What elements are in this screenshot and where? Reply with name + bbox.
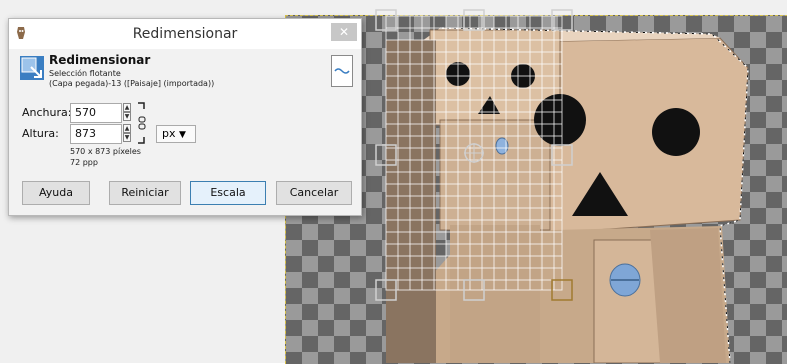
header-subtitle: Selección flotante (49, 69, 121, 78)
spin-down-icon[interactable]: ▼ (123, 133, 131, 142)
scale-tool-icon (20, 56, 44, 80)
header-name: Redimensionar (49, 53, 151, 67)
dropdown-arrow-icon: ▼ (179, 130, 186, 140)
spin-up-icon[interactable]: ▲ (123, 124, 131, 133)
width-field[interactable]: 570 (70, 103, 122, 123)
big-arm (650, 228, 726, 363)
height-label: Altura: (22, 127, 59, 140)
header-detail: (Capa pegada)-13 ([Paisaje] (importada)) (49, 79, 215, 88)
width-spinner[interactable]: ▲ ▼ (123, 103, 131, 123)
resolution-info: 72 ppp (70, 158, 98, 167)
dialog-titlebar[interactable]: Redimensionar ✕ (9, 19, 361, 49)
unit-value: px (162, 127, 176, 140)
big-eye-right (652, 108, 700, 156)
spin-down-icon[interactable]: ▼ (123, 112, 131, 121)
reset-button[interactable]: Reiniciar (109, 181, 181, 205)
size-info: 570 x 873 píxeles (70, 147, 141, 156)
scale-dialog: Redimensionar ✕ Redimensionar Selección … (8, 18, 362, 216)
handle-top-mid (463, 9, 485, 31)
help-button[interactable]: Ayuda (22, 181, 90, 205)
dialog-title: Redimensionar (132, 26, 238, 42)
cancel-button[interactable]: Cancelar (276, 181, 352, 205)
height-field[interactable]: 873 (70, 124, 122, 144)
scale-button[interactable]: Escala (190, 181, 266, 205)
unit-select[interactable]: px ▼ (156, 125, 196, 143)
preview-icon[interactable] (331, 55, 353, 87)
dialog-header: Redimensionar Selección flotante (Capa p… (9, 49, 361, 97)
spin-up-icon[interactable]: ▲ (123, 103, 131, 112)
height-spinner[interactable]: ▲ ▼ (123, 124, 131, 144)
width-label: Anchura: (22, 106, 72, 119)
chain-icon[interactable] (136, 101, 148, 145)
close-icon[interactable]: ✕ (331, 23, 357, 41)
